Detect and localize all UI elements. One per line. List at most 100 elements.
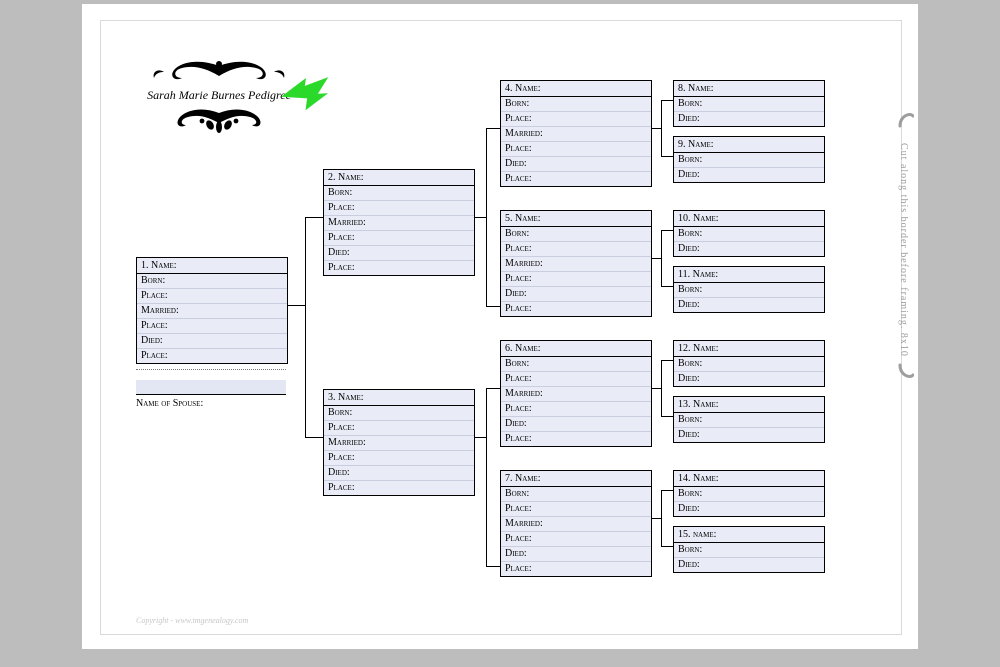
connector <box>661 230 673 231</box>
connector <box>486 128 487 306</box>
field-died: Died: <box>501 417 651 432</box>
box-header: 9. Name: <box>674 137 824 153</box>
field-married: Married: <box>501 517 651 532</box>
cut-text: Cut along this border before framing. 8x… <box>898 143 909 357</box>
cut-instruction: Cut along this border before framing. 8x… <box>898 110 914 530</box>
field-born: Born: <box>501 97 651 112</box>
title-ornament: Sarah Marie Burnes Pedigree <box>134 58 304 137</box>
box-header: 4. Name: <box>501 81 651 97</box>
connector <box>651 518 661 519</box>
field-born: Born: <box>324 406 474 421</box>
field-died: Died: <box>674 242 824 256</box>
box-person-5: 5. Name: Born: Place: Married: Place: Di… <box>500 210 652 317</box>
field-married: Married: <box>137 304 287 319</box>
box-header: 1. Name: <box>137 258 287 274</box>
spouse-label: Name of Spouse: <box>136 398 286 409</box>
field-place: Place: <box>137 319 287 334</box>
box-person-12: 12. Name: Born: Died: <box>673 340 825 387</box>
connector <box>651 258 661 259</box>
field-place: Place: <box>501 142 651 157</box>
connector <box>661 490 662 546</box>
field-born: Born: <box>674 543 824 558</box>
field-born: Born: <box>674 283 824 298</box>
connector <box>305 217 306 437</box>
connector <box>661 490 673 491</box>
spouse-fill <box>136 380 286 394</box>
connector <box>661 100 662 156</box>
field-born: Born: <box>501 487 651 502</box>
field-married: Married: <box>324 216 474 231</box>
field-died: Died: <box>674 502 824 516</box>
field-married: Married: <box>324 436 474 451</box>
box-header: 11. Name: <box>674 267 824 283</box>
field-born: Born: <box>674 97 824 112</box>
connector <box>661 546 673 547</box>
connector <box>474 437 486 438</box>
box-header: 7. Name: <box>501 471 651 487</box>
field-born: Born: <box>324 186 474 201</box>
connector <box>305 217 323 218</box>
field-born: Born: <box>137 274 287 289</box>
field-place: Place: <box>324 261 474 275</box>
field-died: Died: <box>137 334 287 349</box>
connector <box>661 286 673 287</box>
spouse-underline <box>136 394 286 395</box>
field-place: Place: <box>501 402 651 417</box>
field-place: Place: <box>501 502 651 517</box>
box-header: 12. Name: <box>674 341 824 357</box>
field-place: Place: <box>501 112 651 127</box>
connector <box>486 128 500 129</box>
field-died: Died: <box>501 547 651 562</box>
field-born: Born: <box>674 413 824 428</box>
box-header: 8. Name: <box>674 81 824 97</box>
box-person-7: 7. Name: Born: Place: Married: Place: Di… <box>500 470 652 577</box>
field-died: Died: <box>674 372 824 386</box>
connector <box>486 388 500 389</box>
box-person-11: 11. Name: Born: Died: <box>673 266 825 313</box>
field-died: Died: <box>674 112 824 126</box>
field-died: Died: <box>674 298 824 312</box>
box-person-8: 8. Name: Born: Died: <box>673 80 825 127</box>
curve-top-icon <box>898 110 914 128</box>
field-place: Place: <box>501 562 651 576</box>
connector <box>486 388 487 566</box>
connector <box>661 230 662 286</box>
connector <box>486 566 500 567</box>
connector <box>661 416 673 417</box>
box-person-3: 3. Name: Born: Place: Married: Place: Di… <box>323 389 475 496</box>
field-died: Died: <box>324 466 474 481</box>
box-header: 2. Name: <box>324 170 474 186</box>
curve-bottom-icon <box>898 363 914 381</box>
connector <box>474 217 486 218</box>
field-died: Died: <box>674 558 824 572</box>
box-header: 14. Name: <box>674 471 824 487</box>
field-place: Place: <box>324 201 474 216</box>
field-place: Place: <box>324 231 474 246</box>
box-header: 6. Name: <box>501 341 651 357</box>
box-person-6: 6. Name: Born: Place: Married: Place: Di… <box>500 340 652 447</box>
box-person-1: 1. Name: Born: Place: Married: Place: Di… <box>136 257 288 364</box>
field-place: Place: <box>501 242 651 257</box>
connector <box>486 306 500 307</box>
field-born: Born: <box>501 227 651 242</box>
field-born: Born: <box>501 357 651 372</box>
connector <box>305 437 323 438</box>
box-header: 5. Name: <box>501 211 651 227</box>
field-born: Born: <box>674 357 824 372</box>
connector <box>661 360 673 361</box>
connector <box>651 388 661 389</box>
field-place: Place: <box>501 302 651 316</box>
field-died: Died: <box>324 246 474 261</box>
field-died: Died: <box>501 157 651 172</box>
field-born: Born: <box>674 153 824 168</box>
flourish-bottom-icon <box>134 107 304 137</box>
box-person-13: 13. Name: Born: Died: <box>673 396 825 443</box>
field-place: Place: <box>501 432 651 446</box>
field-place: Place: <box>324 421 474 436</box>
box-header: 10. Name: <box>674 211 824 227</box>
field-died: Died: <box>674 168 824 182</box>
field-married: Married: <box>501 387 651 402</box>
connector <box>287 305 305 306</box>
box-person-14: 14. Name: Born: Died: <box>673 470 825 517</box>
field-died: Died: <box>674 428 824 442</box>
